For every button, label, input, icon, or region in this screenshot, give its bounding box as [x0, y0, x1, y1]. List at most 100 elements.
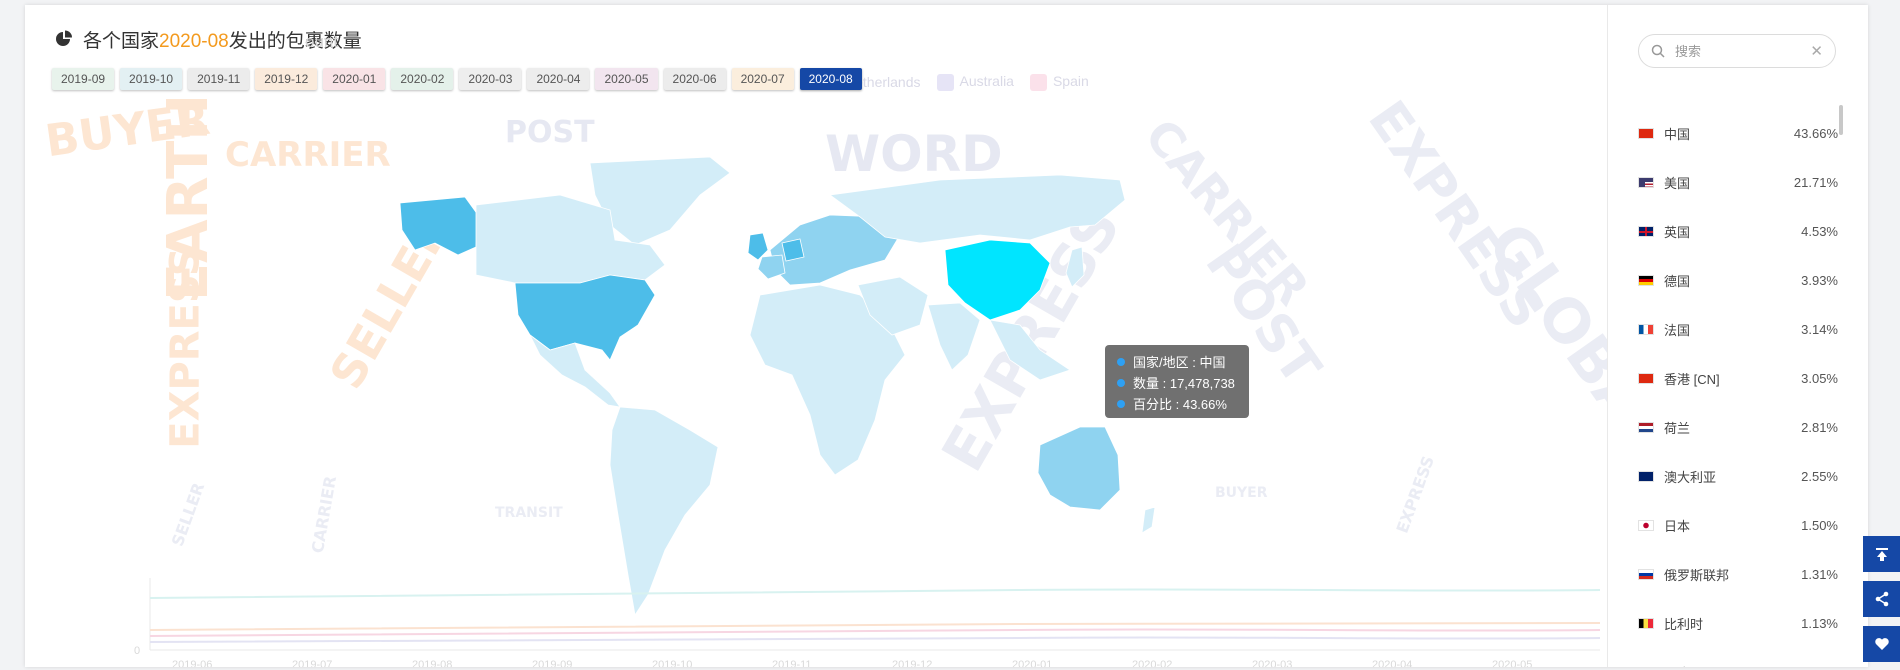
share-icon: [1875, 591, 1888, 607]
country-percent: 1.31%: [1801, 567, 1838, 582]
watermark: EXPRESS: [162, 247, 209, 449]
ghost-legend-item: Spain: [1029, 73, 1089, 91]
country-row[interactable]: 西班牙1.04%: [1638, 648, 1838, 667]
country-name: 日本: [1664, 519, 1691, 534]
period-button-2019-12[interactable]: 2019-12: [255, 68, 318, 90]
map-germany[interactable]: [781, 238, 805, 262]
period-button-2019-10[interactable]: 2019-10: [120, 68, 183, 90]
country-row[interactable]: 荷兰 2.81%: [1638, 403, 1838, 452]
country-row[interactable]: 澳大利亚 2.55%: [1638, 452, 1838, 501]
country-name: 英国: [1664, 225, 1691, 240]
share-button[interactable]: [1863, 581, 1900, 617]
period-button-2020-01[interactable]: 2020-01: [323, 68, 386, 90]
flag-us-icon: [1638, 177, 1654, 188]
watermark: POST: [505, 115, 595, 150]
watermark: EARTH: [156, 93, 222, 302]
map-uk[interactable]: [747, 232, 769, 261]
flag-au-icon: [1638, 471, 1654, 482]
watermark: CARRIER: [225, 135, 391, 175]
x-tick-label: 2019-08: [412, 659, 452, 667]
period-button-2020-03[interactable]: 2020-03: [459, 68, 522, 90]
watermark: EXPRESS: [1356, 90, 1556, 340]
watermark: GLOBAL: [1473, 210, 1607, 470]
country-percent: 3.05%: [1801, 371, 1838, 386]
x-tick-label: 2019-07: [292, 659, 332, 667]
map-new-zealand[interactable]: [1141, 506, 1156, 534]
flag-gb-icon: [1638, 226, 1654, 237]
tooltip-country: 国家/地区 : 中国: [1133, 355, 1226, 370]
map-panel: BUYER EARTH CARRIER SELLER EXPRESS POST …: [25, 5, 1607, 667]
x-tick-label: 2019-10: [652, 659, 692, 667]
country-name: 澳大利亚: [1664, 470, 1717, 485]
favorite-button[interactable]: [1863, 626, 1900, 662]
country-name: 俄罗斯联邦: [1664, 568, 1730, 583]
tooltip-dot: [1117, 357, 1125, 366]
tooltip-dot: [1117, 378, 1125, 387]
country-percent: 2.55%: [1801, 469, 1838, 484]
map-india[interactable]: [927, 302, 981, 371]
country-row[interactable]: 德国 3.93%: [1638, 256, 1838, 305]
search-icon: [1651, 44, 1665, 58]
country-name: 美国: [1664, 176, 1691, 191]
period-button-2020-04[interactable]: 2020-04: [527, 68, 590, 90]
period-button-2020-08[interactable]: 2020-08: [799, 68, 862, 90]
close-icon[interactable]: ✕: [1810, 42, 1823, 60]
flag-de-icon: [1638, 275, 1654, 286]
map-tooltip: 国家/地区 : 中国 数量 : 17,478,738 百分比 : 43.66%: [1105, 345, 1249, 418]
period-button-2020-05[interactable]: 2020-05: [595, 68, 658, 90]
country-percent: 3.93%: [1801, 273, 1838, 288]
search-box: ✕: [1638, 34, 1836, 68]
country-percent: 4.53%: [1801, 224, 1838, 239]
period-button-2020-07[interactable]: 2020-07: [731, 68, 794, 90]
back-to-top-button[interactable]: [1863, 536, 1900, 572]
country-row[interactable]: 中国 43.66%: [1638, 109, 1838, 158]
bottom-trend-chart: 0 2019-06 2019-07 2019-08 2019-09 2019-10 201…: [134, 578, 1600, 667]
sidebar-scrollbar[interactable]: [1839, 105, 1843, 135]
title-suffix: 发出的包裹数量: [228, 30, 362, 52]
map-japan[interactable]: [1065, 246, 1085, 288]
chart-card: BUYER EARTH CARRIER SELLER EXPRESS POST …: [25, 5, 1868, 667]
x-tick-label: 2020-03: [1252, 659, 1292, 667]
period-button-2020-02[interactable]: 2020-02: [391, 68, 454, 90]
country-percent: 1.50%: [1801, 518, 1838, 533]
country-row[interactable]: 香港 [CN] 3.05%: [1638, 354, 1838, 403]
map-australia[interactable]: [1037, 426, 1121, 511]
x-tick-label: 2019-06: [172, 659, 212, 667]
watermark: BUYER: [42, 93, 213, 168]
watermark: CARRIER: [307, 474, 341, 555]
country-name: 德国: [1664, 274, 1691, 289]
country-row[interactable]: 俄罗斯联邦 1.31%: [1638, 550, 1838, 599]
map-alaska[interactable]: [399, 196, 479, 256]
country-row[interactable]: 比利时 1.13%: [1638, 599, 1838, 648]
trend-line: [149, 628, 1600, 637]
trend-line: [149, 636, 1600, 643]
country-row[interactable]: 美国 21.71%: [1638, 158, 1838, 207]
country-percent: 1.04%: [1801, 665, 1838, 667]
period-button-2019-11[interactable]: 2019-11: [188, 68, 250, 90]
country-row[interactable]: 法国 3.14%: [1638, 305, 1838, 354]
country-percent: 43.66%: [1793, 126, 1838, 141]
country-name: 西班牙: [1664, 663, 1801, 667]
map-southeast-asia[interactable]: [989, 319, 1071, 381]
ghost-legend: Netherlands Australia Spain: [845, 73, 1089, 91]
country-percent: 3.14%: [1801, 322, 1838, 337]
country-percent: 21.71%: [1793, 175, 1838, 190]
country-row[interactable]: 日本 1.50%: [1638, 501, 1838, 550]
axis-zero-label: 0: [134, 645, 140, 657]
back-to-top-icon: [1875, 548, 1888, 561]
period-button-2020-06[interactable]: 2020-06: [663, 68, 726, 90]
country-row[interactable]: 英国 4.53%: [1638, 207, 1838, 256]
x-tick-label: 2020-02: [1132, 659, 1172, 667]
trend-line: [149, 588, 1600, 599]
country-name: 香港 [CN]: [1664, 372, 1720, 387]
title-highlight: 2020-08: [159, 30, 229, 52]
country-name: 比利时: [1664, 617, 1704, 632]
period-button-2019-09[interactable]: 2019-09: [52, 68, 115, 90]
search-input[interactable]: [1673, 42, 1797, 60]
x-tick-label: 2020-05: [1492, 659, 1532, 667]
title-prefix: 各个国家: [83, 30, 160, 52]
ghost-legend-item: Australia: [936, 73, 1014, 91]
pie-chart-icon: [56, 30, 72, 46]
watermark: EXPRESS: [1392, 453, 1438, 536]
tooltip-dot: [1117, 399, 1125, 408]
